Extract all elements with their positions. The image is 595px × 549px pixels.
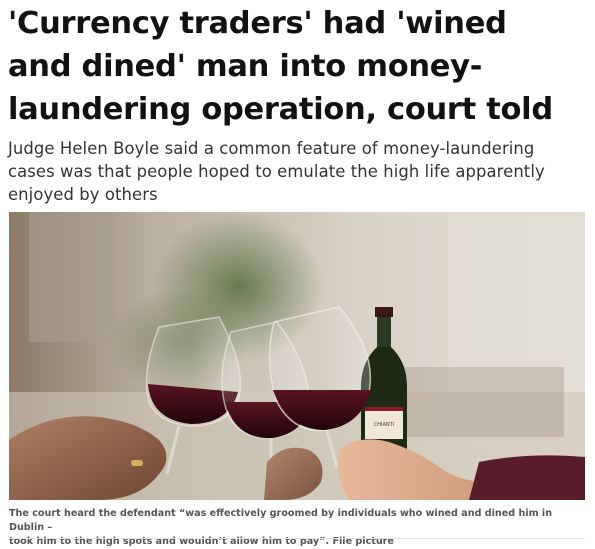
photo-caption: The court heard the defendant “was effec… (9, 507, 589, 549)
standfirst-line: enjoyed by others (8, 185, 158, 204)
divider (9, 538, 585, 539)
standfirst-line: Judge Helen Boyle said a common feature … (8, 139, 535, 158)
headline-line: 'Currency traders' had 'wined (8, 6, 507, 41)
caption-line: The court heard the defendant “was effec… (9, 508, 553, 533)
article-photo: CHIANTI (9, 212, 585, 500)
standfirst-line: cases was that people hoped to emulate t… (8, 162, 545, 181)
wine-toast-illustration: CHIANTI (9, 212, 585, 500)
article-headline: 'Currency traders' had 'wined and dined'… (8, 2, 588, 131)
headline-line: laundering operation, court told (8, 92, 553, 127)
bottle-label-text: CHIANTI (374, 422, 394, 428)
article-standfirst: Judge Helen Boyle said a common feature … (8, 137, 588, 206)
headline-line: and dined' man into money- (8, 49, 483, 84)
